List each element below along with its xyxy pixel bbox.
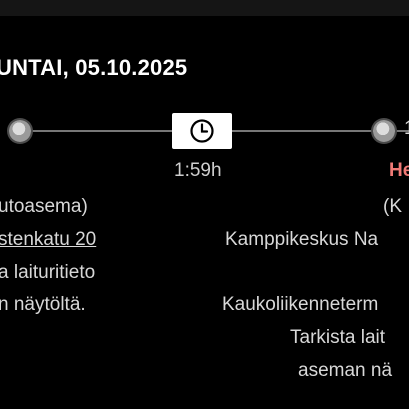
departure-address-link[interactable]: stenkatu 20 — [0, 229, 96, 251]
arrival-time-fragment: 1 — [404, 118, 409, 140]
departure-stop-marker — [9, 120, 31, 142]
departure-platform-note-2: n näytöltä. — [0, 294, 86, 315]
arrival-terminal: Kaukoliikenneterm — [222, 294, 379, 315]
arrival-city: He — [389, 160, 409, 181]
arrival-station-note: aseman nä — [298, 360, 393, 381]
travel-date: UNTAI, 05.10.2025 — [0, 55, 188, 80]
departure-station-type: utoasema) — [0, 196, 88, 217]
trip-duration: 1:59h — [174, 160, 222, 181]
duration-badge — [172, 113, 232, 149]
arrival-place: Kamppikeskus Na — [225, 229, 379, 250]
arrival-check-note: Tarkista lait — [290, 327, 386, 348]
clock-icon — [190, 119, 214, 143]
departure-platform-note: a laituritieto — [0, 262, 96, 283]
top-bar — [0, 0, 409, 16]
arrival-paren: (K — [383, 196, 402, 217]
arrival-stop-marker — [373, 120, 395, 142]
